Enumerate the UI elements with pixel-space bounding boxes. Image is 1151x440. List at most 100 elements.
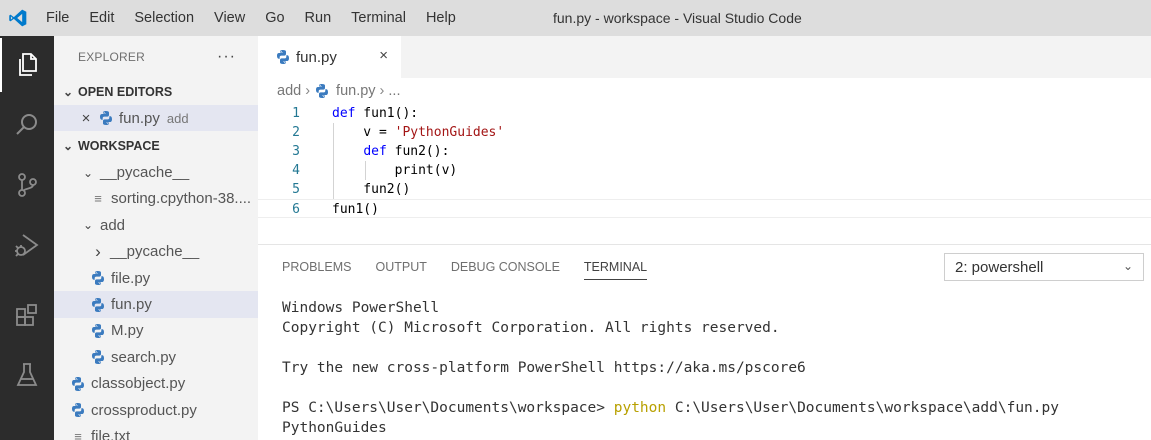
panel-tabs: PROBLEMS OUTPUT DEBUG CONSOLE TERMINAL — [258, 245, 671, 289]
code-text: def fun2(): — [332, 142, 449, 161]
editor-tabs: fun.py × — [258, 36, 1151, 78]
tree-item-label: search.py — [111, 348, 177, 366]
menu-file[interactable]: File — [36, 0, 79, 36]
workspace-tree: ⌄ __pycache__ ≡ sorting.cpython-38.... ⌄ add ›… — [54, 159, 258, 440]
explorer-header: EXPLORER ··· — [54, 36, 258, 78]
window-title: fun.py - workspace - Visual Studio Code — [553, 10, 802, 26]
tree-item[interactable]: ⌄ add — [54, 212, 258, 238]
terminal-command: python — [613, 400, 667, 416]
run-debug-icon[interactable] — [0, 218, 54, 272]
tree-item[interactable]: › __pycache__ — [54, 239, 258, 265]
vscode-logo-icon — [0, 0, 36, 36]
extensions-icon[interactable] — [0, 288, 54, 342]
chevron-down-icon: ⌄ — [62, 138, 74, 153]
menu-selection[interactable]: Selection — [124, 0, 204, 36]
menu-help[interactable]: Help — [416, 0, 466, 36]
workspace-section[interactable]: ⌄ WORKSPACE — [54, 132, 258, 159]
line-number: 6 — [292, 202, 300, 217]
code-token: v = — [332, 125, 395, 140]
breadcrumb: add › fun.py › ... — [258, 78, 1151, 104]
breadcrumb-symbol[interactable]: ... — [388, 83, 400, 99]
workspace-label: WORKSPACE — [78, 138, 160, 153]
tab-problems[interactable]: PROBLEMS — [282, 245, 351, 289]
menu-run[interactable]: Run — [295, 0, 342, 36]
chevron-down-icon: ⌄ — [1122, 259, 1133, 273]
code-token: 'PythonGuides' — [394, 125, 505, 140]
tree-item[interactable]: file.py — [54, 265, 258, 291]
tree-item[interactable]: crossproduct.py — [54, 397, 258, 423]
open-editor-item[interactable]: × fun.py add — [54, 105, 258, 132]
code-token: fun1() — [332, 202, 379, 217]
tree-item[interactable]: ⌄ __pycache__ — [54, 159, 258, 185]
breadcrumb-folder[interactable]: add — [277, 83, 301, 99]
tree-item-label: fun.py — [111, 296, 152, 314]
open-editor-name: fun.py — [119, 109, 160, 127]
open-editors-label: OPEN EDITORS — [78, 84, 173, 99]
tree-item-label: crossproduct.py — [91, 401, 197, 419]
tree-item-label: __pycache__ — [100, 164, 190, 182]
explorer-icon[interactable] — [0, 38, 54, 92]
code-token: fun1(): — [355, 106, 419, 121]
tab-debug-console[interactable]: DEBUG CONSOLE — [451, 245, 560, 289]
code-token: print(v) — [332, 163, 458, 178]
activity-bar — [0, 36, 54, 440]
python-file-icon — [98, 110, 114, 126]
menu-terminal[interactable]: Terminal — [341, 0, 416, 36]
terminal-prompt-line: PS C:\Users\User\Documents\workspace> py… — [282, 398, 1059, 418]
line-number: 3 — [292, 144, 300, 159]
tree-item-label: sorting.cpython-38.... — [111, 190, 252, 208]
menu-edit[interactable]: Edit — [79, 0, 124, 36]
terminal-select[interactable]: 2: powershell ⌄ — [944, 253, 1144, 281]
chevron-right-icon: › — [95, 241, 101, 261]
code-token: def — [363, 144, 387, 159]
chevron-right-icon: › — [379, 83, 385, 99]
tab-terminal[interactable]: TERMINAL — [583, 245, 648, 289]
search-icon[interactable] — [0, 98, 54, 152]
tab-output[interactable]: OUTPUT — [375, 245, 426, 289]
menu-bar: File Edit Selection View Go Run Terminal Help — [36, 0, 466, 36]
tree-item-label: file.txt — [91, 427, 131, 440]
menu-view[interactable]: View — [204, 0, 255, 36]
testing-icon[interactable] — [0, 348, 54, 402]
tree-item-label: M.py — [111, 322, 144, 340]
explorer-title: EXPLORER — [78, 50, 145, 64]
chevron-down-icon: ⌄ — [62, 84, 74, 99]
chevron-down-icon: ⌄ — [82, 218, 94, 233]
line-number: 4 — [292, 163, 300, 178]
tree-item[interactable]: M.py — [54, 318, 258, 344]
breadcrumb-file[interactable]: fun.py — [336, 83, 376, 99]
tree-item[interactable]: ≡ file.txt — [54, 423, 258, 440]
code-line: 4 print(v) — [258, 161, 1151, 180]
tree-item[interactable]: fun.py — [54, 291, 258, 318]
code-line: 3 def fun2(): — [258, 142, 1151, 161]
tree-item-label: __pycache__ — [110, 243, 200, 261]
code-text: def fun1(): — [332, 104, 418, 123]
line-number: 2 — [292, 125, 300, 140]
close-icon[interactable]: × — [78, 110, 94, 127]
explorer-sidebar: EXPLORER ··· ⌄ OPEN EDITORS × fun.py add… — [54, 36, 258, 440]
python-file-icon — [70, 376, 86, 392]
bottom-panel: PROBLEMS OUTPUT DEBUG CONSOLE TERMINAL 2: p… — [258, 244, 1151, 440]
code-line: 6 fun1() — [258, 199, 1151, 218]
code-editor[interactable]: 1 def fun1(): 2 v = 'PythonGuides' 3 def fu… — [258, 104, 1151, 244]
tree-item[interactable]: search.py — [54, 344, 258, 370]
source-control-icon[interactable] — [0, 158, 54, 212]
title-bar: File Edit Selection View Go Run Terminal Help f… — [0, 0, 1151, 36]
tab-label: fun.py — [296, 48, 337, 66]
python-file-icon — [90, 270, 106, 286]
line-number: 1 — [292, 106, 300, 121]
code-text: v = 'PythonGuides' — [332, 123, 504, 142]
tree-item-label: file.py — [111, 269, 151, 287]
tree-item[interactable]: ≡ sorting.cpython-38.... — [54, 186, 258, 212]
terminal-output[interactable]: Windows PowerShell Copyright (C) Microsof… — [282, 298, 1059, 438]
open-editors-section[interactable]: ⌄ OPEN EDITORS — [54, 78, 258, 105]
tree-item[interactable]: classobject.py — [54, 371, 258, 397]
close-icon[interactable]: × — [379, 47, 388, 64]
more-actions-icon[interactable]: ··· — [217, 48, 236, 66]
file-icon: ≡ — [74, 428, 82, 440]
tree-item-label: add — [100, 216, 126, 234]
menu-go[interactable]: Go — [255, 0, 294, 36]
tab-fun-py[interactable]: fun.py × — [258, 36, 401, 78]
